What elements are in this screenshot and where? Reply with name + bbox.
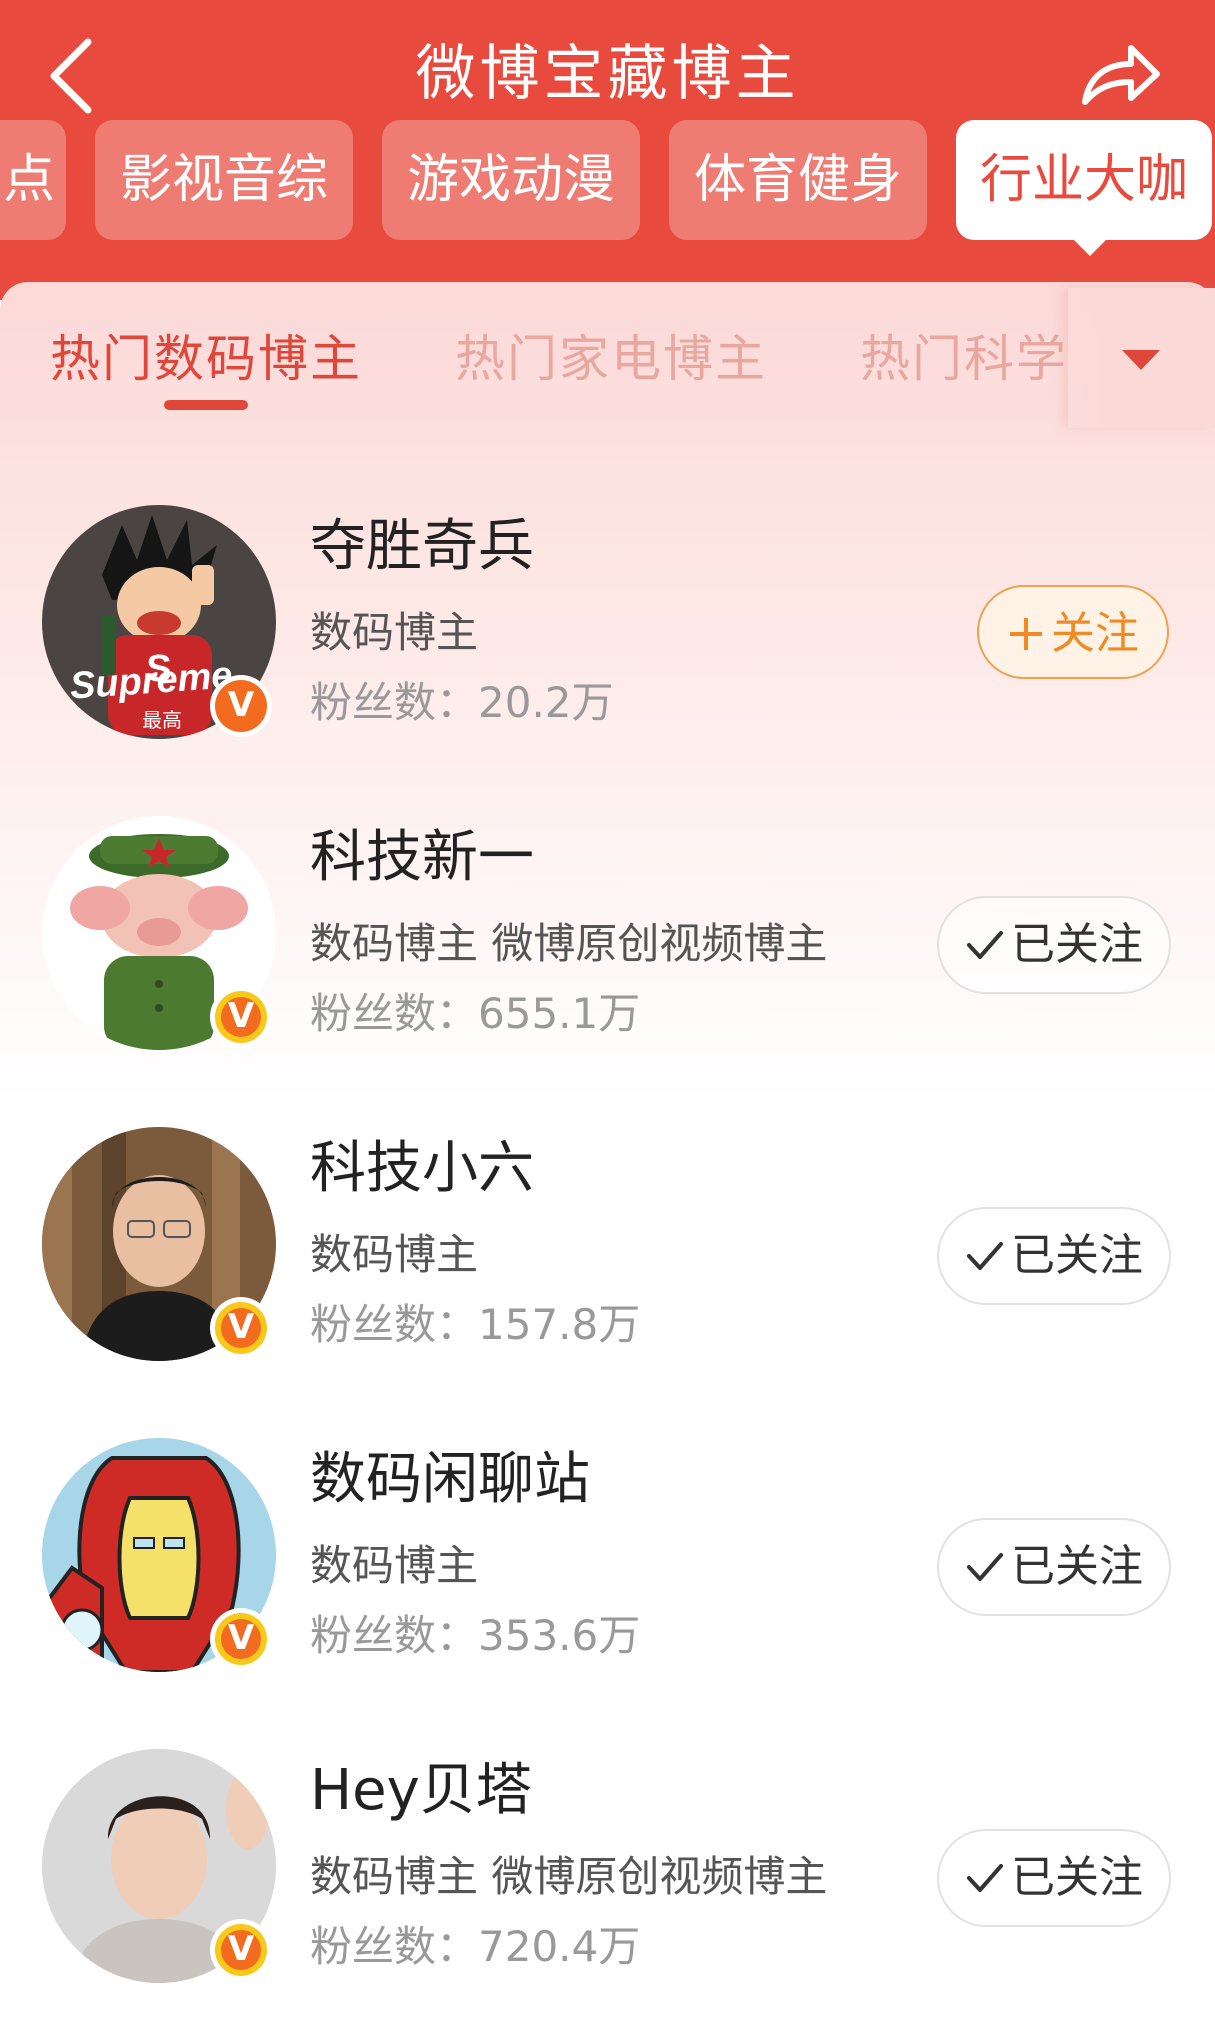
- blogger-name[interactable]: 夺胜奇兵: [310, 513, 534, 581]
- followed-button[interactable]: 已关注: [937, 1829, 1171, 1927]
- category-chip-industry-leaders[interactable]: 行业大咖: [956, 120, 1212, 240]
- verified-badge-icon: V: [210, 1297, 272, 1359]
- blogger-tags: 数码博主 微博原创视频博主: [310, 919, 828, 968]
- verified-badge-icon: V: [210, 1608, 272, 1670]
- verified-badge-icon: V: [210, 1919, 272, 1981]
- fan-count: 粉丝数：157.8万: [310, 1300, 641, 1349]
- expand-subtabs-button[interactable]: [1118, 344, 1164, 374]
- plus-icon: [1007, 587, 1045, 681]
- category-chip-games-anime[interactable]: 游戏动漫: [382, 120, 640, 240]
- subtab-bar: 热门数码博主 热门家电博主 热门科学: [0, 282, 1215, 432]
- category-chip-sports[interactable]: 体育健身: [669, 120, 927, 240]
- checkmark-icon: [965, 1520, 1005, 1614]
- subtab-science[interactable]: 热门科学: [860, 324, 1068, 394]
- blogger-tags: 数码博主 微博原创视频博主: [310, 1852, 828, 1901]
- caret-down-icon: [1122, 350, 1160, 370]
- blogger-list-item[interactable]: V 科技新一 数码博主 微博原创视频博主 粉丝数：655.1万 已关注: [0, 816, 1215, 1116]
- checkmark-icon: [965, 1209, 1005, 1303]
- page-title: 微博宝藏博主: [415, 39, 800, 109]
- blogger-name[interactable]: 数码闲聊站: [310, 1446, 590, 1514]
- follow-button[interactable]: 关注: [977, 585, 1169, 679]
- category-tabs: 点 影视音综 游戏动漫 体育健身 行业大咖: [0, 120, 1215, 246]
- blogger-list-item[interactable]: S Supreme 最高 V 夺胜奇兵 数码博主 粉丝数：20.2万 关注: [0, 505, 1215, 805]
- category-chip-label: 游戏动漫: [406, 150, 615, 210]
- followed-button-label: 已关注: [1011, 1852, 1143, 1903]
- subtab-active-indicator: [164, 400, 248, 410]
- blogger-name[interactable]: 科技小六: [310, 1135, 534, 1203]
- followed-button[interactable]: 已关注: [937, 896, 1171, 994]
- verified-badge-icon: V: [210, 986, 272, 1048]
- share-arrow-icon: [1082, 45, 1160, 105]
- follow-button-label: 关注: [1051, 608, 1139, 659]
- fan-count: 粉丝数：353.6万: [310, 1611, 641, 1660]
- active-chip-pointer: [1072, 238, 1108, 256]
- blogger-list-item[interactable]: V 数码闲聊站 数码博主 粉丝数：353.6万 已关注: [0, 1438, 1215, 1738]
- subtab-digital[interactable]: 热门数码博主: [50, 324, 362, 394]
- blogger-tags: 数码博主: [310, 608, 479, 657]
- svg-text:最高: 最高: [142, 708, 182, 732]
- checkmark-icon: [965, 1831, 1005, 1925]
- fan-count: 粉丝数：655.1万: [310, 989, 641, 1038]
- category-chip-label: 行业大咖: [979, 150, 1188, 210]
- blogger-tags: 数码博主: [310, 1541, 479, 1590]
- verified-badge-icon: V: [210, 675, 272, 737]
- fan-count: 粉丝数：20.2万: [310, 678, 614, 727]
- header-bar: 微博宝藏博主 点 影视音综 游戏动漫 体育健身 行业大咖: [0, 0, 1215, 300]
- blogger-list-item[interactable]: V 科技小六 数码博主 粉丝数：157.8万 已关注: [0, 1127, 1215, 1427]
- checkmark-icon: [965, 898, 1005, 992]
- fan-count: 粉丝数：720.4万: [310, 1922, 641, 1971]
- share-button[interactable]: [1075, 36, 1165, 116]
- category-chip[interactable]: 点: [0, 120, 66, 240]
- blogger-tags: 数码博主: [310, 1230, 479, 1279]
- followed-button[interactable]: 已关注: [937, 1207, 1171, 1305]
- blogger-list-item[interactable]: V Hey贝塔 数码博主 微博原创视频博主 粉丝数：720.4万 已关注: [0, 1749, 1215, 2039]
- category-chip-label: 点: [2, 150, 55, 210]
- category-chip-film-music[interactable]: 影视音综: [95, 120, 353, 240]
- category-chip-label: 体育健身: [693, 150, 902, 210]
- followed-button-label: 已关注: [1011, 1541, 1143, 1592]
- followed-button-label: 已关注: [1011, 1230, 1143, 1281]
- blogger-name[interactable]: 科技新一: [310, 824, 534, 892]
- blogger-name[interactable]: Hey贝塔: [310, 1757, 532, 1825]
- followed-button[interactable]: 已关注: [937, 1518, 1171, 1616]
- category-chip-label: 影视音综: [119, 150, 328, 210]
- subtab-appliance[interactable]: 热门家电博主: [455, 324, 767, 394]
- followed-button-label: 已关注: [1011, 919, 1143, 970]
